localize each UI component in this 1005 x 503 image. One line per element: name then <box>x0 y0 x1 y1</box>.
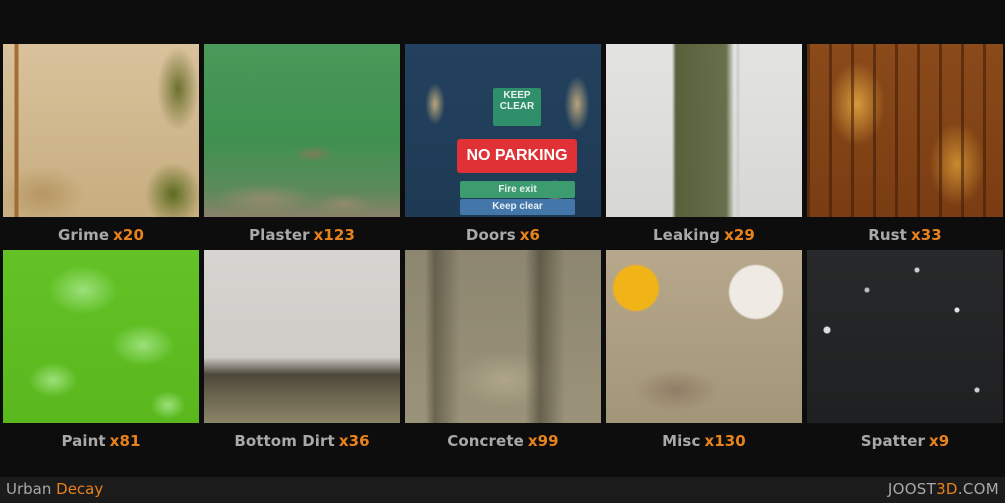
texture-category-name: Plaster <box>248 226 310 244</box>
pack-title-prefix: Urban <box>6 480 52 498</box>
texture-caption: Leaking x29 <box>653 226 755 244</box>
texture-tile-grime[interactable]: Grime x20 <box>3 44 199 250</box>
texture-category-name: Leaking <box>653 226 721 244</box>
texture-count: x33 <box>910 226 942 244</box>
texture-tile-paint[interactable]: Paint x81 <box>3 250 199 456</box>
texture-thumbnail-spatter[interactable] <box>807 250 1003 423</box>
texture-caption: Spatter x9 <box>861 432 950 450</box>
texture-category-name: Bottom Dirt <box>234 432 335 450</box>
texture-tile-rust[interactable]: Rust x33 <box>807 44 1003 250</box>
texture-category-name: Rust <box>868 226 907 244</box>
texture-caption: Bottom Dirt x36 <box>234 432 369 450</box>
keep-clear-sign: KEEP CLEAR <box>493 88 541 126</box>
texture-thumbnail-plaster[interactable] <box>204 44 400 217</box>
texture-category-name: Spatter <box>860 432 925 450</box>
no-parking-sign: NO PARKING <box>457 139 577 173</box>
texture-count: x9 <box>928 432 950 450</box>
texture-tile-bottom-dirt[interactable]: Bottom Dirt x36 <box>204 250 400 456</box>
texture-category-name: Doors <box>465 226 516 244</box>
texture-tile-concrete[interactable]: Concrete x99 <box>405 250 601 456</box>
texture-thumbnail-doors[interactable]: KEEP CLEAR NO PARKING Fire exit Keep cle… <box>405 44 601 217</box>
texture-tile-plaster[interactable]: Plaster x123 <box>204 44 400 250</box>
site-link[interactable]: JOOST3D.COM <box>888 480 999 498</box>
texture-tile-leaking[interactable]: Leaking x29 <box>606 44 802 250</box>
texture-thumbnail-bottom-dirt[interactable] <box>204 250 400 423</box>
texture-count: x29 <box>724 226 755 244</box>
texture-category-name: Grime <box>57 226 110 244</box>
texture-caption: Doors x6 <box>466 226 540 244</box>
texture-category-name: Concrete <box>447 432 524 450</box>
texture-count: x20 <box>113 226 144 244</box>
texture-tile-spatter[interactable]: Spatter x9 <box>807 250 1003 456</box>
texture-count: x130 <box>704 432 746 450</box>
pack-title-accent: Decay <box>56 480 104 498</box>
texture-caption: Plaster x123 <box>249 226 355 244</box>
texture-count: x99 <box>527 432 559 450</box>
fire-exit-sign: Fire exit <box>460 181 575 198</box>
footer-bar: Urban Decay JOOST3D.COM <box>0 477 1005 503</box>
site-link-accent: 3D <box>936 480 958 498</box>
texture-caption: Grime x20 <box>58 226 144 244</box>
texture-count: x6 <box>519 226 541 244</box>
texture-count: x81 <box>109 432 141 450</box>
texture-thumbnail-grime[interactable] <box>3 44 199 217</box>
texture-count: x36 <box>338 432 370 450</box>
texture-category-name: Paint <box>61 432 106 450</box>
texture-thumbnail-leaking[interactable] <box>606 44 802 217</box>
pack-title: Urban Decay <box>6 480 103 498</box>
keep-clear-plate: Keep clear <box>460 199 575 215</box>
texture-tile-misc[interactable]: Misc x130 <box>606 250 802 456</box>
site-link-prefix: JOOST <box>887 480 937 498</box>
texture-thumbnail-concrete[interactable] <box>405 250 601 423</box>
texture-thumbnail-misc[interactable] <box>606 250 802 423</box>
texture-caption: Misc x130 <box>662 432 746 450</box>
texture-count: x123 <box>313 226 356 244</box>
site-link-suffix: .COM <box>957 480 999 498</box>
texture-thumbnail-paint[interactable] <box>3 250 199 423</box>
texture-tile-doors[interactable]: KEEP CLEAR NO PARKING Fire exit Keep cle… <box>405 44 601 250</box>
texture-caption: Paint x81 <box>61 432 140 450</box>
texture-category-name: Misc <box>662 432 701 450</box>
texture-thumbnail-rust[interactable] <box>807 44 1003 217</box>
texture-grid: Grime x20 Plaster x123 KEEP CLEAR NO PARKI… <box>3 44 1003 456</box>
texture-caption: Concrete x99 <box>447 432 558 450</box>
texture-caption: Rust x33 <box>868 226 942 244</box>
